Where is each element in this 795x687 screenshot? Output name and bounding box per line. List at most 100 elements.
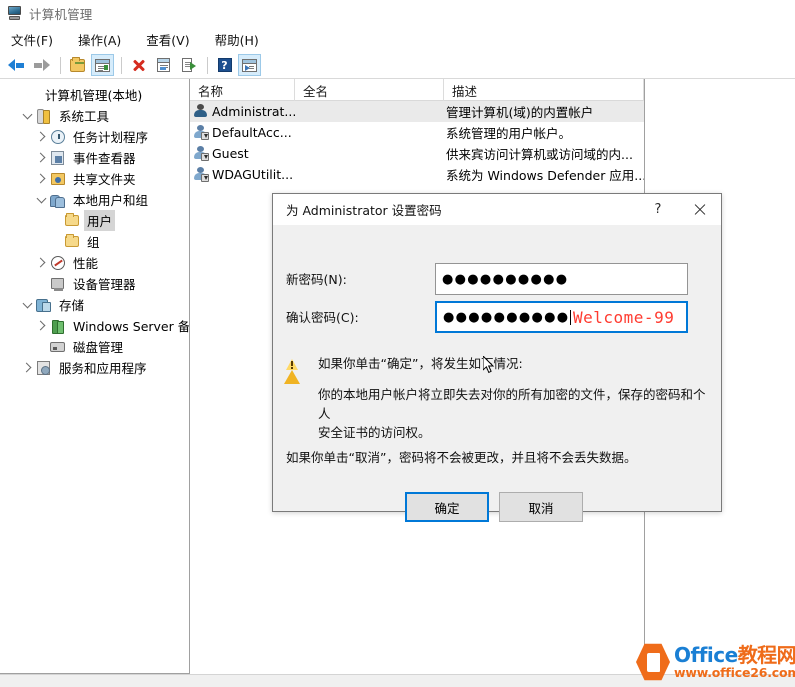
confirm-password-label: 确认密码(C):	[286, 310, 359, 325]
disk-management-icon	[49, 339, 66, 355]
tree-item[interactable]: 系统工具	[4, 105, 189, 126]
system-tools-icon	[35, 108, 52, 124]
dialog-close-button[interactable]	[679, 194, 721, 225]
list-rows: Administrat... 管理计算机(域)的内置帐户 DefaultAcc...…	[190, 101, 644, 185]
set-password-dialog: 为 Administrator 设置密码 ? 新密码(N): ●●●●●●●●●…	[272, 193, 722, 522]
tree-item-label: 磁盘管理	[73, 340, 124, 355]
menu-file[interactable]: 文件(F)	[9, 27, 63, 52]
export-list-icon	[181, 58, 196, 72]
dialog-titlebar: 为 Administrator 设置密码 ?	[273, 194, 721, 226]
warning-heading-row: 如果你单击“确定”，将发生如下情况:	[284, 356, 523, 384]
tree-item-label: 设备管理器	[73, 277, 136, 292]
menu-help[interactable]: 帮助(H)	[213, 27, 269, 52]
table-row[interactable]: DefaultAcc... 系统管理的用户帐户。	[190, 122, 644, 143]
tree-item-label: 存储	[59, 298, 85, 313]
tree-item-label: 组	[87, 235, 100, 250]
chevron-down-icon[interactable]	[20, 297, 35, 312]
cell-name: DefaultAcc...	[190, 125, 295, 140]
table-row[interactable]: WDAGUtilit... 系统为 Windows Defender 应用...	[190, 164, 644, 185]
export-list-button[interactable]	[177, 54, 200, 76]
chevron-right-icon[interactable]	[20, 360, 35, 375]
console-tree: 计算机管理(本地) 系统工具任务计划程序事件查看器共享文件夹 本地用户和组 用户组性能…	[0, 79, 189, 378]
tree-item[interactable]: 本地用户和组	[4, 189, 189, 210]
properties-button[interactable]	[152, 54, 175, 76]
tree-item-label: 服务和应用程序	[59, 361, 147, 376]
tree-item[interactable]: Windows Server 备份	[4, 315, 189, 336]
tree-item[interactable]: 任务计划程序	[4, 126, 189, 147]
window-titlebar: 计算机管理	[0, 0, 795, 26]
chevron-down-icon[interactable]	[20, 108, 35, 123]
dialog-body: 新密码(N): ●●●●●●●●●● 确认密码(C): ●●●●●●●●●● W…	[273, 226, 721, 522]
help-button[interactable]: ?	[213, 54, 236, 76]
delete-icon	[132, 58, 146, 72]
user-icon	[193, 125, 209, 140]
chevron-right-icon[interactable]	[34, 129, 49, 144]
cell-name: WDAGUtilit...	[190, 167, 295, 182]
tree-item[interactable]: 设备管理器	[4, 273, 189, 294]
watermark-brand-cn: 教程网	[737, 642, 795, 667]
show-hide-tree-button[interactable]	[91, 54, 114, 76]
shared-folders-icon	[49, 171, 66, 187]
cell-name: Administrat...	[190, 104, 297, 119]
forward-button[interactable]	[30, 54, 53, 76]
chevron-right-icon[interactable]	[34, 171, 49, 186]
tree-item[interactable]: 组	[4, 231, 189, 252]
tree-item[interactable]: 性能	[4, 252, 189, 273]
tree-item-label: 系统工具	[59, 109, 110, 124]
menu-action[interactable]: 操作(A)	[76, 27, 131, 52]
computer-management-icon	[7, 5, 23, 21]
tree-item[interactable]: 服务和应用程序	[4, 357, 189, 378]
backup-icon	[49, 318, 66, 334]
new-password-label: 新密码(N):	[286, 272, 347, 287]
chevron-down-icon[interactable]	[34, 192, 49, 207]
tree-item[interactable]: 事件查看器	[4, 147, 189, 168]
new-password-input[interactable]: ●●●●●●●●●●	[435, 263, 688, 295]
cell-name: Guest	[190, 146, 295, 161]
performance-icon	[49, 255, 66, 271]
up-folder-button[interactable]	[66, 54, 89, 76]
warning-body-line-1: 你的本地用户帐户将立即失去对你的所有加密的文件，保存的密码和个人	[318, 387, 706, 421]
column-header[interactable]: 描述	[444, 79, 644, 101]
show-action-pane-button[interactable]	[238, 54, 261, 76]
cancel-button[interactable]: 取消	[499, 492, 583, 522]
tree-item[interactable]: 存储	[4, 294, 189, 315]
back-arrow-icon	[8, 58, 25, 72]
show-hide-tree-icon	[95, 58, 110, 72]
confirm-password-row: 确认密码(C):	[286, 307, 359, 326]
table-row[interactable]: Guest 供来宾访问计算机或访问域的内...	[190, 143, 644, 164]
chevron-right-icon[interactable]	[34, 318, 49, 333]
back-button[interactable]	[5, 54, 28, 76]
tree-item[interactable]: 用户	[4, 210, 189, 231]
tree-item[interactable]: 共享文件夹	[4, 168, 189, 189]
menu-view[interactable]: 查看(V)	[144, 27, 199, 52]
column-header[interactable]: 名称	[190, 79, 295, 101]
tree-item-label: 计算机管理(本地)	[45, 88, 143, 103]
tree-item-label: 事件查看器	[73, 151, 136, 166]
tree-item[interactable]: 计算机管理(本地)	[4, 84, 189, 105]
chevron-right-icon[interactable]	[34, 150, 49, 165]
close-icon	[694, 203, 706, 216]
new-password-row: 新密码(N):	[286, 269, 347, 288]
chevron-right-icon[interactable]	[34, 255, 49, 270]
up-folder-icon	[70, 56, 85, 72]
column-header[interactable]: 全名	[295, 79, 444, 101]
administrator-user-icon	[193, 104, 209, 119]
console-tree-pane: 计算机管理(本地) 系统工具任务计划程序事件查看器共享文件夹 本地用户和组 用户组性能…	[0, 79, 190, 674]
user-name-label: Administrat...	[212, 104, 297, 119]
user-name-label: Guest	[212, 146, 249, 161]
list-header: 名称 全名 描述	[190, 79, 644, 101]
dialog-help-button[interactable]: ?	[637, 194, 679, 225]
cell-description: 供来宾访问计算机或访问域的内...	[446, 147, 633, 162]
toolbar-separator-3	[207, 56, 208, 74]
watermark-line-2: www.office26.com	[674, 664, 795, 680]
tree-item[interactable]: 磁盘管理	[4, 336, 189, 357]
delete-button[interactable]	[127, 54, 150, 76]
toolbar-separator-1	[60, 56, 61, 74]
toolbar-separator-2	[121, 56, 122, 74]
ok-button[interactable]: 确定	[405, 492, 489, 522]
cell-description: 系统为 Windows Defender 应用...	[446, 168, 644, 183]
table-row[interactable]: Administrat... 管理计算机(域)的内置帐户	[190, 101, 644, 122]
